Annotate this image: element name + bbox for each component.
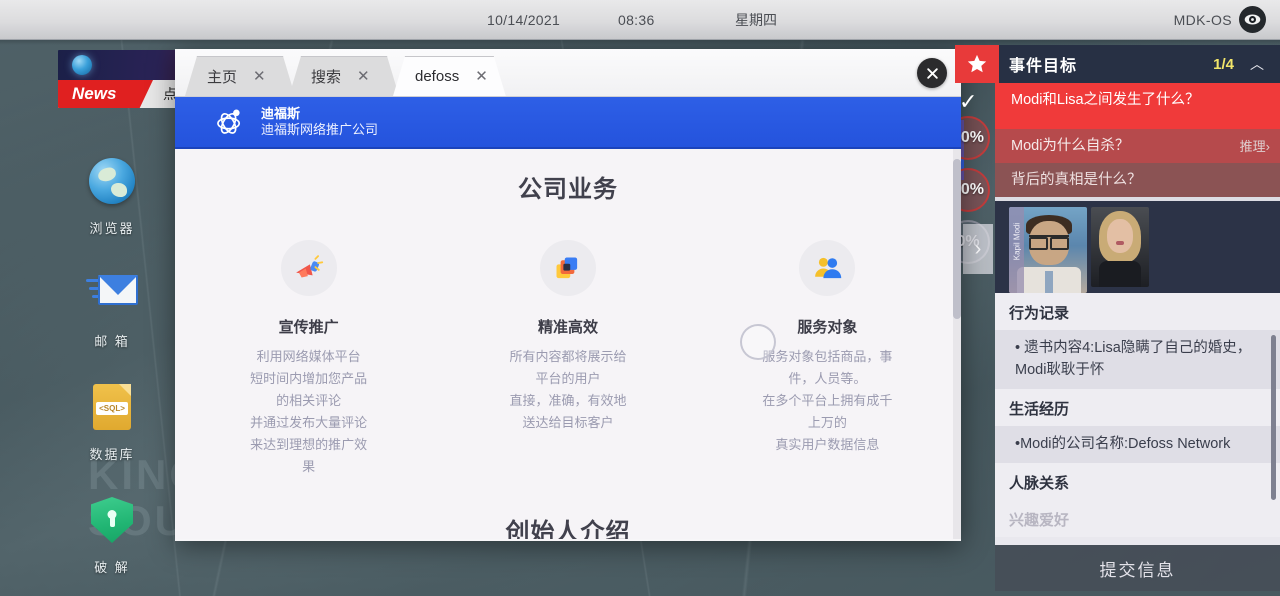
section-title-hobbies: 兴趣爱好	[995, 500, 1280, 537]
panel-scroll-thumb[interactable]	[1271, 335, 1276, 500]
feature-list: 宣传推广 利用网络媒体平台 短时间内增加您产品 的相关评论 并通过发布大量评论 …	[175, 240, 961, 478]
sql-badge-label: <SQL>	[96, 402, 128, 415]
desktop-icon-database[interactable]: <SQL> 数据库	[62, 384, 162, 463]
goal-text: 背后的真相是什么？	[1011, 172, 1142, 188]
close-icon[interactable]	[917, 58, 947, 88]
desktop-icon-crack[interactable]: 破 解	[62, 497, 162, 576]
list-item[interactable]: •Modi的公司名称:Defoss Network	[995, 426, 1280, 463]
goal-item[interactable]: 背后的真相是什么？	[995, 163, 1280, 197]
star-icon	[955, 45, 999, 83]
desktop-icon-label: 邮 箱	[94, 334, 130, 349]
next-page-arrow-button[interactable]: ›	[963, 224, 993, 274]
page-section-title: 公司业务	[518, 176, 618, 203]
goal-item[interactable]: ✓ Modi和Lisa之间发生了什么？	[959, 83, 1280, 129]
feature-card-efficiency: 精准高效 所有内容都将展示给 平台的用户 直接，准确，有效地 送达给目标客户	[478, 240, 657, 478]
portrait-modi[interactable]: Kapil Modi	[1009, 207, 1087, 293]
page-content: 公司业务 宣传推广 利用网络媒体平台 短时间内增加您产品 的相关评论 并通过发布…	[175, 149, 961, 539]
section-title-life: 生活经历	[995, 389, 1280, 426]
browser-tabbar: 主页 ✕ 搜索 ✕ defoss ✕	[175, 49, 961, 97]
panel-title: 事件目标	[1009, 58, 1078, 75]
goal-check-icon: ✓	[959, 89, 978, 114]
atom-icon	[213, 105, 247, 139]
page-section-title-2: 创始人介绍	[505, 519, 631, 539]
news-globe-icon	[72, 55, 92, 75]
portrait-lisa[interactable]	[1091, 207, 1149, 287]
topbar-os-name: MDK-OS	[1173, 11, 1232, 28]
goal-action-link[interactable]: 推理›	[1240, 137, 1270, 157]
users-icon	[799, 240, 856, 296]
feature-description: 所有内容都将展示给 平台的用户 直接，准确，有效地 送达给目标客户	[509, 349, 627, 430]
layers-icon	[539, 240, 596, 296]
site-name: 迪福斯	[261, 105, 301, 121]
tab-label: defoss	[415, 68, 460, 85]
browser-tab-defoss[interactable]: defoss ✕	[393, 56, 506, 96]
site-identity: 迪福斯 迪福斯网络推广公司	[261, 106, 378, 139]
browser-tab-home[interactable]: 主页 ✕	[185, 56, 295, 96]
goal-text: Modi和Lisa之间发生了什么？	[1011, 92, 1200, 108]
submit-info-button[interactable]: 提交信息	[995, 545, 1280, 591]
tab-label: 主页	[207, 69, 238, 86]
goal-counter: 1/4	[1213, 55, 1234, 73]
list-item-text: •Modi的公司名称:Defoss Network	[1015, 436, 1231, 452]
tab-close-icon[interactable]: ✕	[357, 69, 370, 84]
os-logo-icon[interactable]	[1239, 6, 1266, 33]
screen-root: KING SOUT 10/14/2021 08:36 星期四 MDK-OS Ne…	[0, 0, 1280, 596]
event-goals-header: 事件目标 1/4 ︿	[955, 45, 1280, 83]
site-subtitle: 迪福斯网络推广公司	[261, 122, 379, 137]
desktop-icon-mail[interactable]: 邮 箱	[62, 271, 162, 350]
tab-close-icon[interactable]: ✕	[475, 69, 488, 84]
topbar-date: 10/14/2021	[487, 11, 561, 28]
feature-title: 服务对象	[797, 319, 858, 336]
desktop-icon-label: 浏览器	[89, 221, 135, 236]
shield-key-icon	[86, 497, 138, 549]
news-tag-label: News	[58, 80, 153, 108]
desktop-dock: 浏览器 邮 箱 <SQL> 数据库 破 解	[62, 155, 162, 596]
evidence-list: 行为记录 • 遗书内容4:Lisa隐瞒了自己的婚史，Modi耿耿于怀 生活经历 …	[995, 293, 1280, 545]
browser-tab-search[interactable]: 搜索 ✕	[289, 56, 399, 96]
section-title-behavior: 行为记录	[995, 293, 1280, 330]
site-header: 迪福斯 迪福斯网络推广公司	[175, 97, 961, 149]
feature-description: 服务对象包括商品，事 件，人员等。 在多个平台上拥有成千 上万的 真实用户数据信…	[762, 349, 893, 452]
goal-item[interactable]: Modi为什么自杀？ 推理›	[995, 129, 1280, 163]
tab-close-icon[interactable]: ✕	[253, 69, 266, 84]
feature-description: 利用网络媒体平台 短时间内增加您产品 的相关评论 并通过发布大量评论 来达到理想…	[250, 349, 368, 474]
list-item-text: 遗书内容4:Lisa隐瞒了自己的婚史，Modi耿耿于怀	[1015, 340, 1252, 378]
bullet-icon: •	[1015, 340, 1021, 356]
tab-label: 搜索	[311, 69, 342, 86]
sql-file-icon: <SQL>	[86, 384, 138, 436]
system-topbar: 10/14/2021 08:36 星期四 MDK-OS	[0, 0, 1280, 40]
topbar-time: 08:36	[618, 11, 655, 28]
desktop-icon-label: 破 解	[94, 560, 130, 575]
page-scroll-thumb[interactable]	[953, 159, 961, 319]
megaphone-icon	[280, 240, 337, 296]
feature-card-promotion: 宣传推广 利用网络媒体平台 短时间内增加您产品 的相关评论 并通过发布大量评论 …	[219, 240, 398, 478]
mail-icon	[86, 271, 138, 323]
desktop-icon-label: 数据库	[89, 447, 135, 462]
portrait-name-label: Kapil Modi	[1012, 222, 1022, 261]
feature-title: 宣传推广	[278, 319, 339, 336]
browser-window: 主页 ✕ 搜索 ✕ defoss ✕ 迪福斯 迪福斯网络推广公司 公司业务 宣传…	[175, 49, 961, 541]
event-goals-panel: 事件目标 1/4 ︿ ✓ Modi和Lisa之间发生了什么？ Modi为什么自杀…	[955, 45, 1280, 596]
character-portraits: Kapil Modi	[995, 197, 1280, 293]
goal-text: Modi为什么自杀？	[1011, 138, 1130, 154]
page-scrollbar[interactable]	[953, 149, 961, 539]
globe-icon	[86, 158, 138, 210]
list-item[interactable]: • 遗书内容4:Lisa隐瞒了自己的婚史，Modi耿耿于怀	[995, 330, 1280, 389]
desktop-icon-browser[interactable]: 浏览器	[62, 158, 162, 237]
chevron-up-icon[interactable]: ︿	[1250, 54, 1264, 74]
topbar-weekday: 星期四	[735, 11, 777, 28]
feature-card-audience: 服务对象 服务对象包括商品，事 件，人员等。 在多个平台上拥有成千 上万的 真实…	[738, 240, 917, 478]
feature-title: 精准高效	[537, 319, 598, 336]
section-title-relations: 人脉关系	[995, 463, 1280, 500]
